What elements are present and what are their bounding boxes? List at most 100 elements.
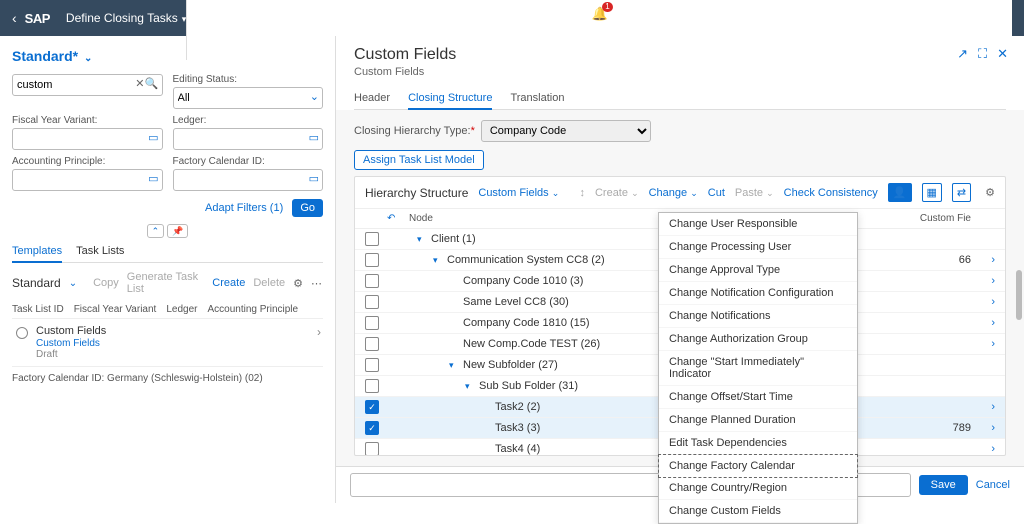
menu-item[interactable]: Change Processing User <box>659 236 857 259</box>
row-checkbox[interactable] <box>365 379 379 393</box>
row-checkbox[interactable] <box>365 253 379 267</box>
go-button[interactable]: Go <box>292 199 323 217</box>
menu-item[interactable]: Change "Start Immediately" Indicator <box>659 351 857 386</box>
row-nav-icon[interactable]: › <box>991 422 995 434</box>
save-button[interactable]: Save <box>919 475 968 495</box>
chevron-down-icon[interactable]: ⌄ <box>310 90 319 103</box>
row-checkbox[interactable] <box>365 358 379 372</box>
custom-field-2-value: 66 <box>911 254 971 266</box>
row-nav-icon[interactable]: › <box>991 296 995 308</box>
settings-icon[interactable]: ⚙ <box>293 277 303 290</box>
valuehelp-icon[interactable]: ▭ <box>309 131 319 144</box>
col-ledger: Ledger <box>166 304 197 315</box>
closing-hierarchy-label: Closing Hierarchy Type:* <box>354 125 475 137</box>
item-title: Custom Fields <box>36 325 317 337</box>
notification-badge: 1 <box>602 2 612 12</box>
row-checkbox[interactable] <box>365 232 379 246</box>
top-shell-bar: ‹ SAP Define Closing Tasks▾ ? 🔔1 EB <box>0 0 1024 36</box>
view-icon-2[interactable]: ▦ <box>922 183 942 202</box>
node-label: New Subfolder (27) <box>463 359 558 371</box>
row-nav-icon[interactable]: › <box>991 443 995 455</box>
row-checkbox[interactable] <box>365 337 379 351</box>
menu-item[interactable]: Change Notifications <box>659 305 857 328</box>
tab-closing-structure[interactable]: Closing Structure <box>408 88 492 110</box>
pin-icon[interactable]: 📌 <box>167 224 188 238</box>
row-checkbox[interactable] <box>365 316 379 330</box>
nav-chevron-icon: › <box>317 325 321 339</box>
scrollbar-thumb[interactable] <box>1016 270 1022 320</box>
expand-toggle-icon[interactable]: ▾ <box>449 360 459 371</box>
col-tasklist-id: Task List ID <box>12 304 64 315</box>
valuehelp-icon[interactable]: ▭ <box>148 172 158 185</box>
view-icon-3[interactable]: ⇄ <box>952 183 971 202</box>
menu-item[interactable]: Change Custom Fields <box>659 500 857 523</box>
tab-tasklists[interactable]: Task Lists <box>76 241 124 262</box>
view-icon-1[interactable]: 👤 <box>888 183 912 202</box>
tab-translation[interactable]: Translation <box>510 88 564 109</box>
assign-tasklist-button[interactable]: Assign Task List Model <box>354 150 484 170</box>
tab-templates[interactable]: Templates <box>12 241 62 263</box>
menu-item[interactable]: Change Factory Calendar <box>658 454 858 478</box>
hierarchy-structure-title: Hierarchy Structure <box>365 186 468 200</box>
create-link[interactable]: Create <box>212 277 245 289</box>
tab-header[interactable]: Header <box>354 88 390 109</box>
menu-item[interactable]: Change Planned Duration <box>659 409 857 432</box>
menu-item[interactable]: Change Country/Region <box>659 477 857 500</box>
collapse-up-icon[interactable]: ⌃ <box>147 224 165 238</box>
acct-principle-input[interactable] <box>12 169 163 191</box>
change-menu[interactable]: Change ⌄ <box>649 187 698 199</box>
menu-item[interactable]: Change Authorization Group <box>659 328 857 351</box>
valuehelp-icon[interactable]: ▭ <box>148 131 158 144</box>
close-icon[interactable]: ✕ <box>997 46 1008 62</box>
list-variant-name: Standard <box>12 276 61 290</box>
chevron-down-icon: ⌄ <box>552 188 560 198</box>
editing-status-label: Editing Status: <box>173 74 324 85</box>
factory-cal-input[interactable] <box>173 169 324 191</box>
list-item[interactable]: Custom Fields Custom Fields Draft › <box>12 319 323 367</box>
hierarchy-variant-selector[interactable]: Custom Fields ⌄ <box>478 187 559 199</box>
row-checkbox[interactable] <box>365 295 379 309</box>
more-icon[interactable]: ⋯ <box>311 277 323 290</box>
undo-icon[interactable]: ↶ <box>387 213 405 224</box>
adapt-filters-link[interactable]: Adapt Filters (1) <box>205 202 283 214</box>
fullscreen-icon[interactable]: ⛶ <box>978 46 987 62</box>
table-settings-icon[interactable]: ⚙ <box>985 186 995 199</box>
row-checkbox[interactable]: ✓ <box>365 421 379 435</box>
editing-status-select[interactable] <box>173 87 324 109</box>
row-nav-icon[interactable]: › <box>991 401 995 413</box>
col-fiscal-year: Fiscal Year Variant <box>74 304 157 315</box>
row-nav-icon[interactable]: › <box>991 254 995 266</box>
cut-link[interactable]: Cut <box>708 187 725 199</box>
open-new-window-icon[interactable]: ↗ <box>957 46 968 62</box>
expand-toggle-icon[interactable]: ▾ <box>417 234 427 245</box>
back-icon[interactable]: ‹ <box>12 10 17 26</box>
menu-item[interactable]: Change Notification Configuration <box>659 282 857 305</box>
app-title[interactable]: Define Closing Tasks▾ <box>66 11 186 25</box>
row-nav-icon[interactable]: › <box>991 338 995 350</box>
menu-item[interactable]: Change Approval Type <box>659 259 857 282</box>
menu-item[interactable]: Change User Responsible <box>659 213 857 236</box>
ledger-label: Ledger: <box>173 115 324 126</box>
row-checkbox[interactable]: ✓ <box>365 400 379 414</box>
notification-icon[interactable]: 🔔1 <box>592 6 608 22</box>
cancel-button[interactable]: Cancel <box>976 479 1010 491</box>
chevron-down-icon[interactable]: ⌄ <box>69 278 77 289</box>
row-nav-icon[interactable]: › <box>991 317 995 329</box>
node-label: New Comp.Code TEST (26) <box>463 338 600 350</box>
row-checkbox[interactable] <box>365 274 379 288</box>
clear-icon[interactable]: ✕ <box>135 77 144 90</box>
delete-link: Delete <box>253 277 285 289</box>
menu-item[interactable]: Edit Task Dependencies <box>659 432 857 455</box>
menu-item[interactable]: Change Offset/Start Time <box>659 386 857 409</box>
expand-toggle-icon[interactable]: ▾ <box>433 255 443 266</box>
fiscal-year-input[interactable] <box>12 128 163 150</box>
closing-hierarchy-select[interactable]: Company Code <box>481 120 651 142</box>
row-nav-icon[interactable]: › <box>991 275 995 287</box>
radio-button[interactable] <box>16 327 28 339</box>
valuehelp-icon[interactable]: ▭ <box>309 172 319 185</box>
row-checkbox[interactable] <box>365 442 379 455</box>
search-icon[interactable]: 🔍 <box>145 77 159 90</box>
expand-toggle-icon[interactable]: ▾ <box>465 381 475 392</box>
check-consistency-link[interactable]: Check Consistency <box>784 187 878 199</box>
ledger-input[interactable] <box>173 128 324 150</box>
